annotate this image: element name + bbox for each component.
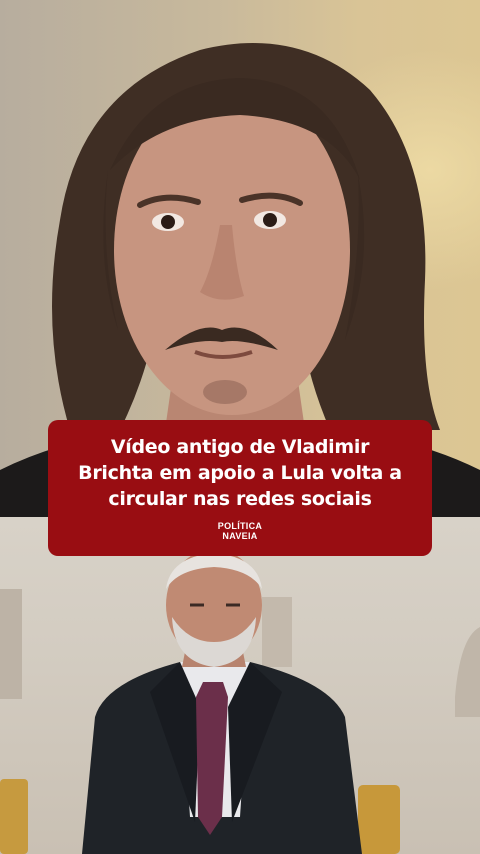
post-frame: Vídeo antigo de Vladimir Brichta em apoi… (0, 0, 480, 854)
bottom-photo-man-in-suit (0, 517, 480, 854)
headline-card: Vídeo antigo de Vladimir Brichta em apoi… (48, 420, 432, 556)
chair-left (0, 779, 28, 854)
headline-line-2: Brichta em apoio a Lula volta a (78, 462, 402, 484)
brand-logo-line-2: NAVEIA (222, 531, 258, 541)
brand-logo-line-1: POLÍTICA (217, 521, 263, 531)
bottom-photo-illustration (0, 549, 480, 854)
wall-panel-left (0, 589, 22, 699)
wall-panel-center (262, 597, 292, 667)
headline-text: Vídeo antigo de Vladimir Brichta em apoi… (62, 434, 418, 512)
chair-right (358, 785, 400, 854)
brand-logo: POLÍTICA NAVEIA (210, 521, 270, 541)
headline-line-3: circular nas redes sociais (108, 488, 372, 510)
headline-line-1: Vídeo antigo de Vladimir (110, 436, 370, 458)
wall-arch (455, 627, 480, 717)
